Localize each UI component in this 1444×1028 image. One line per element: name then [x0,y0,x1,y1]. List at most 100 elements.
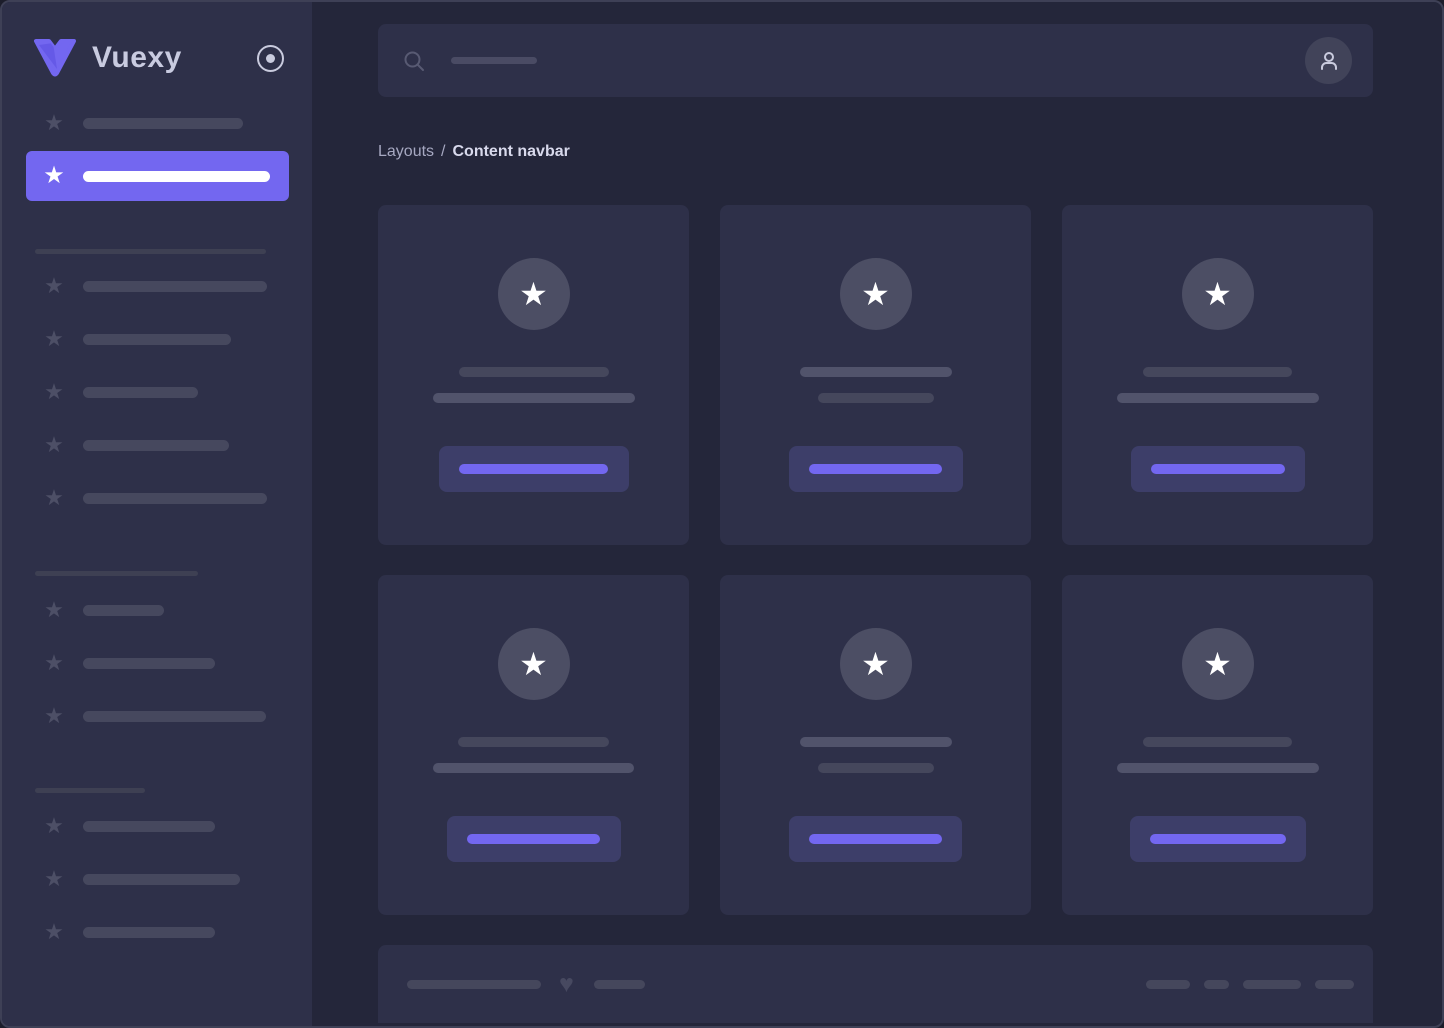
star-avatar: ★ [840,628,912,700]
menu-placeholder-bar [83,821,215,832]
card-button[interactable] [439,446,629,492]
heading-placeholder-bar [35,249,266,254]
logo-row: Vuexy [2,2,312,78]
sidebar-item[interactable]: ★ [26,647,289,679]
sidebar-item[interactable]: ★ [26,810,289,842]
sidebar: Vuexy ★ ★ ★ ★ ★ ★ ★ ★ ★ ★ ★ ★ ★ [2,2,312,1026]
button-placeholder-bar [1150,834,1286,844]
star-icon: ★ [42,921,66,943]
star-icon: ★ [42,815,66,837]
menu-placeholder-bar [83,118,243,129]
placeholder-card[interactable]: ★ [1062,205,1373,545]
footer-right-group [1132,980,1354,989]
button-placeholder-bar [467,834,600,844]
top-navbar [378,24,1373,97]
menu-placeholder-bar [83,171,270,182]
menu-placeholder-bar [83,711,266,722]
card-button[interactable] [447,816,621,862]
star-icon: ★ [861,648,890,680]
menu-pin-toggle-icon[interactable] [257,45,284,72]
placeholder-card[interactable]: ★ [720,575,1031,915]
card-button[interactable] [789,816,962,862]
star-icon: ★ [42,652,66,674]
placeholder-card[interactable]: ★ [720,205,1031,545]
sidebar-item[interactable]: ★ [26,270,289,302]
star-icon: ★ [42,381,66,403]
card-button[interactable] [1130,816,1306,862]
menu-pin-dot [266,54,275,63]
star-icon: ★ [519,648,548,680]
card-placeholder-line [1143,367,1292,377]
button-placeholder-bar [459,464,608,474]
footer-link-placeholder-bar[interactable] [1146,980,1190,989]
menu-placeholder-bar [83,334,231,345]
sidebar-item[interactable]: ★ [26,429,289,461]
card-placeholder-line [433,763,634,773]
heading-placeholder-bar [35,571,198,576]
heading-placeholder-bar [35,788,145,793]
breadcrumb-current: Content navbar [453,143,570,160]
sidebar-item[interactable]: ★ [26,916,289,948]
star-icon: ★ [42,434,66,456]
sidebar-item[interactable]: ★ [26,863,289,895]
search-icon[interactable] [402,49,426,73]
card-grid: ★★★★★★ [378,205,1373,915]
footer-placeholder-bar [594,980,645,989]
star-icon: ★ [1203,278,1232,310]
star-icon: ★ [519,278,548,310]
card-placeholder-line [459,367,609,377]
star-icon: ★ [42,599,66,621]
menu-placeholder-bar [83,281,267,292]
sidebar-item-active[interactable]: ★ [26,151,289,201]
breadcrumb-section[interactable]: Layouts [378,143,434,160]
sidebar-item[interactable]: ★ [26,594,289,626]
sidebar-item[interactable]: ★ [26,700,289,732]
brand-title: Vuexy [92,41,182,75]
card-placeholder-line [1117,393,1319,403]
sidebar-item[interactable]: ★ [26,107,289,139]
user-avatar[interactable] [1305,37,1352,84]
main-content: Layouts/Content navbar ★★★★★★ ♥ [312,2,1442,1026]
footer: ♥ [378,945,1373,1023]
footer-link-placeholder-bar[interactable] [1204,980,1229,989]
breadcrumb: Layouts/Content navbar [378,143,1373,161]
sidebar-section-heading [35,788,312,793]
heart-icon: ♥ [559,972,574,997]
star-avatar: ★ [498,258,570,330]
star-icon: ★ [42,275,66,297]
sidebar-item[interactable]: ★ [26,482,289,514]
card-placeholder-line [800,737,952,747]
footer-link-placeholder-bar[interactable] [1243,980,1301,989]
button-placeholder-bar [1151,464,1285,474]
sidebar-section-heading [35,249,312,254]
card-button[interactable] [789,446,963,492]
card-placeholder-line [800,367,952,377]
placeholder-card[interactable]: ★ [378,575,689,915]
star-avatar: ★ [498,628,570,700]
sidebar-menu: ★ ★ ★ ★ ★ ★ ★ ★ ★ ★ ★ ★ ★ [2,78,312,948]
menu-placeholder-bar [83,605,164,616]
card-placeholder-line [1117,763,1319,773]
menu-placeholder-bar [83,927,215,938]
menu-placeholder-bar [83,658,215,669]
sidebar-item[interactable]: ★ [26,323,289,355]
card-button[interactable] [1131,446,1305,492]
star-icon: ★ [42,112,66,134]
card-placeholder-line [433,393,635,403]
search-input-placeholder[interactable] [451,57,537,64]
star-avatar: ★ [1182,258,1254,330]
vuexy-logo-icon [31,39,79,77]
star-icon: ★ [42,164,66,188]
menu-placeholder-bar [83,440,229,451]
placeholder-card[interactable]: ★ [378,205,689,545]
menu-placeholder-bar [83,493,267,504]
sidebar-section-heading [35,571,312,576]
card-placeholder-line [1143,737,1292,747]
footer-left-group: ♥ [407,972,645,997]
menu-placeholder-bar [83,874,240,885]
sidebar-item[interactable]: ★ [26,376,289,408]
app-window: Vuexy ★★★★★★★★★★★★★ Layouts/Content navb… [0,0,1444,1028]
menu-placeholder-bar [83,387,198,398]
footer-link-placeholder-bar[interactable] [1315,980,1354,989]
placeholder-card[interactable]: ★ [1062,575,1373,915]
